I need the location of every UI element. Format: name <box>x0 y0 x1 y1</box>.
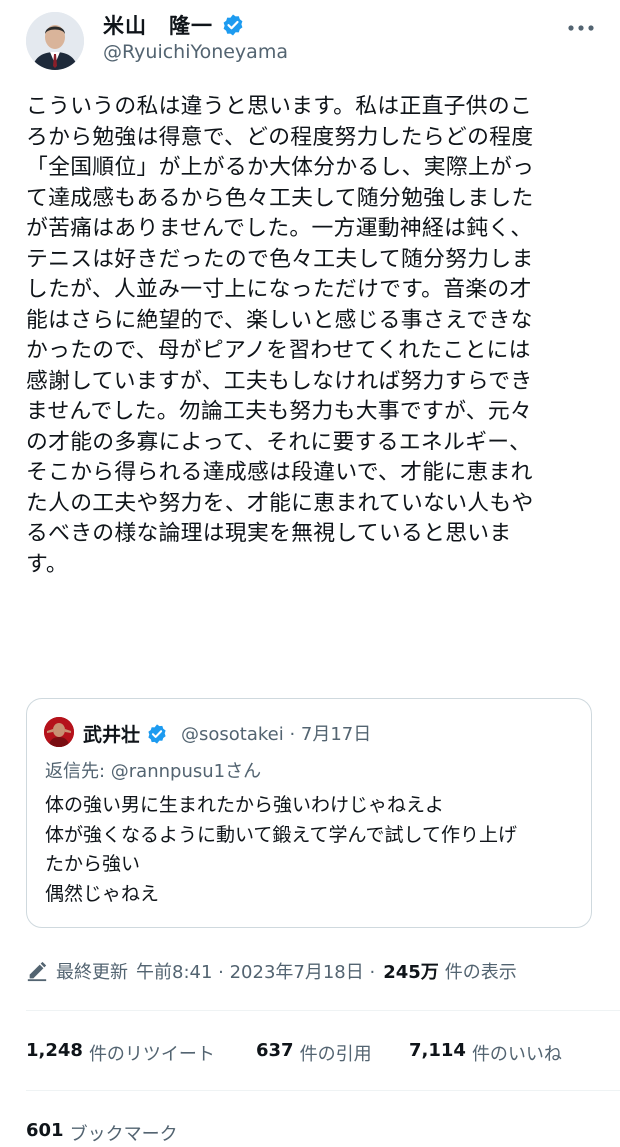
retweets-stat[interactable]: 1,248 件のリツイート <box>26 1040 215 1066</box>
tweet-header: 米山 隆一 @RyuichiYoneyama <box>0 0 620 80</box>
likes-stat[interactable]: 7,114 件のいいね <box>409 1040 562 1066</box>
tweet-meta: 最終更新 午前8:41 · 2023年7月18日 · 245万 件の表示 <box>26 958 517 984</box>
retweets-label: 件のリツイート <box>88 1044 215 1065</box>
tweet-line: そこから得られる達成感は段違いで、才能に恵まれ <box>26 460 533 485</box>
edited-label[interactable]: 最終更新 <box>56 958 128 984</box>
quoted-author-name-text[interactable]: 武井壮 <box>83 720 140 747</box>
tweet-line: ませんでした。勿論工夫も努力も大事ですが、元々 <box>26 399 533 424</box>
views-count: 245万 <box>383 962 439 983</box>
edit-pencil-icon <box>27 961 47 982</box>
tweet-timestamp[interactable]: 午前8:41 · 2023年7月18日 · <box>136 958 375 984</box>
tweet-line: かったので、母がピアノを習わせてくれたことには <box>26 338 531 363</box>
tweet-line: て達成感もあるから色々工夫して随分勉強しました <box>26 185 534 211</box>
views-label: 件の表示 <box>444 962 517 983</box>
bookmarks-stat[interactable]: 601 ブックマーク <box>26 1120 178 1146</box>
quoted-tweet-text: 体の強い男に生まれたから強いわけじゃねえよ 体が強くなるように動いて鍛えて学んで… <box>45 791 575 909</box>
tweet-text: こういうの私は違うと思います。私は正直子供のこ ろから勉強は得意で、どの程度努力… <box>26 92 592 580</box>
tweet-line: す。 <box>26 551 69 577</box>
quotes-count: 637 <box>256 1040 294 1061</box>
tweet-line: したが、人並み一寸上になっただけです。音楽の才 <box>26 277 532 302</box>
tweet-line: ろから勉強は得意で、どの程度努力したらどの程度 <box>26 124 534 150</box>
tweet-line: 能はさらに絶望的で、楽しいと感じる事さえできな <box>26 307 533 333</box>
verified-badge-icon <box>223 14 243 36</box>
more-options-icon[interactable] <box>566 22 596 34</box>
tweet-line: 感謝していますが、工夫もしなければ努力すらでき <box>26 368 533 394</box>
retweets-count: 1,248 <box>26 1040 83 1061</box>
quoted-author-name[interactable]: 武井壮 <box>83 720 168 747</box>
quoted-reply-to[interactable]: 返信先: @rannpusu1さん <box>45 757 261 783</box>
tweet-line: 「全国順位」が上がるか大体分かるし、実際上がっ <box>26 155 535 180</box>
quoted-line: 体が強くなるように動いて鍛えて学んで試して作り上げ <box>45 823 517 846</box>
quoted-line: 偶然じゃねえ <box>45 882 160 905</box>
tweet-line: の才能の多寡によって、それに要するエネルギー、 <box>26 429 532 455</box>
quoted-line: たから強い <box>45 853 141 875</box>
verified-badge-icon <box>148 723 166 744</box>
author-handle[interactable]: @RyuichiYoneyama <box>103 41 288 63</box>
likes-count: 7,114 <box>409 1040 466 1061</box>
quoted-tweet-card[interactable]: 武井壮 @sosotakei · 7月17日 返信先: @rannpusu1さん… <box>26 698 592 928</box>
quotes-stat[interactable]: 637 件の引用 <box>256 1040 372 1066</box>
tweet-line: こういうの私は違うと思います。私は正直子供のこ <box>26 94 533 119</box>
tweet-line: が苦痛はありませんでした。一方運動神経は鈍く、 <box>26 216 533 241</box>
quoted-author-handle-date[interactable]: @sosotakei · 7月17日 <box>181 720 371 746</box>
tweet-line: テニスは好きだったので色々工夫して随分努力しま <box>26 246 534 272</box>
bookmarks-label: ブックマーク <box>69 1124 178 1145</box>
quoted-author-avatar[interactable] <box>44 717 74 747</box>
tweet-line: た人の工夫や努力を、才能に恵まれていない人もや <box>26 490 534 516</box>
divider <box>26 1010 620 1011</box>
quoted-line: 体の強い男に生まれたから強いわけじゃねえよ <box>45 794 445 816</box>
bookmarks-count: 601 <box>26 1120 64 1141</box>
divider <box>26 1090 620 1091</box>
likes-label: 件のいいね <box>471 1044 562 1065</box>
author-name[interactable]: 米山 隆一 <box>103 10 245 40</box>
quotes-label: 件の引用 <box>299 1044 372 1065</box>
author-name-text[interactable]: 米山 隆一 <box>103 10 213 40</box>
tweet-line: るべきの様な論理は現実を無視していると思いま <box>26 521 512 546</box>
author-avatar[interactable] <box>26 12 84 70</box>
